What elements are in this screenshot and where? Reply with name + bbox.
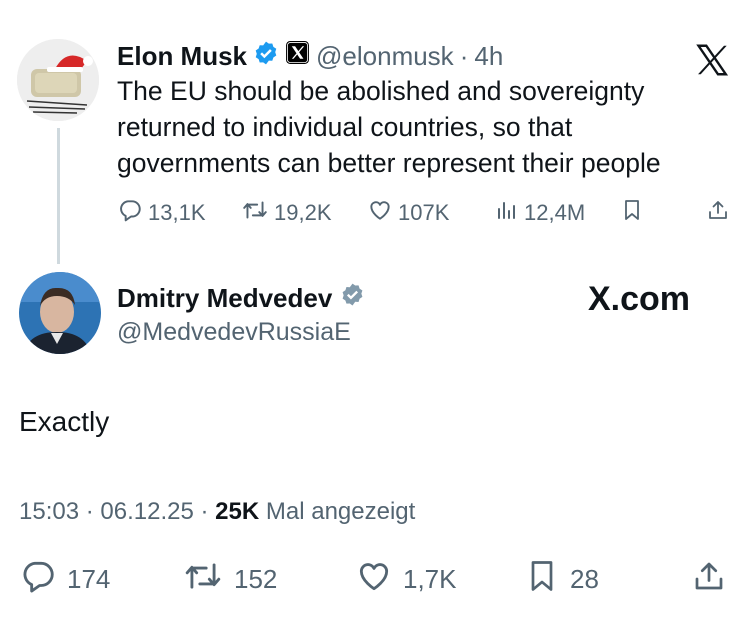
repost-button[interactable]: 152 <box>182 557 277 601</box>
tweet-text: Exactly <box>19 406 110 437</box>
bookmark-icon <box>524 557 560 602</box>
dot-separator: · <box>459 40 469 71</box>
thread-line <box>57 128 60 264</box>
quoted-tweet-header: Elon Musk @elonmusk · 4h <box>117 38 503 74</box>
quoted-tweet-text: The EU should be abolished and sovereign… <box>117 76 661 178</box>
meta-dot: · <box>200 498 216 525</box>
quoted-handle[interactable]: @elonmusk <box>316 41 454 72</box>
meta-dot: · <box>85 498 101 525</box>
reply-action[interactable]: 13,1K <box>117 195 206 231</box>
heart-icon <box>355 557 393 602</box>
views-chart-icon <box>495 197 519 229</box>
repost-count: 152 <box>234 563 278 594</box>
author-name-row: Dmitry Medvedev <box>117 282 365 314</box>
repost-icon <box>182 557 224 602</box>
tweet-date[interactable]: 06.12.25 <box>100 498 193 525</box>
views-count: 25K <box>215 498 260 525</box>
share-icon <box>691 557 727 602</box>
x-affiliate-badge-icon <box>285 40 310 72</box>
like-action[interactable]: 107K <box>367 195 449 231</box>
tweet-time[interactable]: 15:03 <box>19 498 79 525</box>
reply-icon <box>117 197 143 229</box>
author-handle[interactable]: @MedvedevRussiaE <box>117 318 351 347</box>
views-count: 12,4M <box>524 200 586 225</box>
like-count: 107K <box>398 200 450 225</box>
reply-count: 13,1K <box>148 200 206 225</box>
tweet-actions: 174 152 1,7K 28 <box>19 557 735 601</box>
like-button[interactable]: 1,7K <box>355 557 457 601</box>
watermark-text: X.com <box>588 280 691 318</box>
heart-icon <box>367 197 393 229</box>
repost-icon <box>241 197 269 229</box>
verified-gray-badge-icon <box>340 282 365 314</box>
site-watermark: X.com <box>588 280 690 319</box>
share-icon <box>706 197 730 229</box>
views-action[interactable]: 12,4M <box>495 195 585 231</box>
like-count: 1,7K <box>403 563 457 594</box>
bookmark-action[interactable] <box>620 195 644 231</box>
bookmark-button[interactable]: 28 <box>524 557 599 601</box>
reply-icon <box>19 557 57 602</box>
share-action[interactable] <box>706 195 730 231</box>
author-name[interactable]: Dmitry Medvedev <box>117 283 332 314</box>
reply-count: 174 <box>67 563 111 594</box>
reply-button[interactable]: 174 <box>19 557 110 601</box>
quoted-author-name[interactable]: Elon Musk <box>117 41 247 72</box>
quoted-tweet-actions: 13,1K 19,2K 107K 12,4M <box>117 195 733 231</box>
bookmark-count: 28 <box>570 563 599 594</box>
avatar-medvedev[interactable] <box>19 272 101 354</box>
verified-badge-icon <box>253 40 279 73</box>
views-label: Mal angezeigt <box>265 498 416 525</box>
share-button[interactable] <box>691 557 727 601</box>
bookmark-icon <box>620 197 644 229</box>
tweet-meta: 15:03 · 06.12.25 · 25K Mal angezeigt <box>19 498 415 526</box>
quoted-time[interactable]: 4h <box>474 41 503 72</box>
repost-count: 19,2K <box>274 200 332 225</box>
avatar-elon[interactable] <box>17 39 99 121</box>
repost-action[interactable]: 19,2K <box>241 195 332 231</box>
